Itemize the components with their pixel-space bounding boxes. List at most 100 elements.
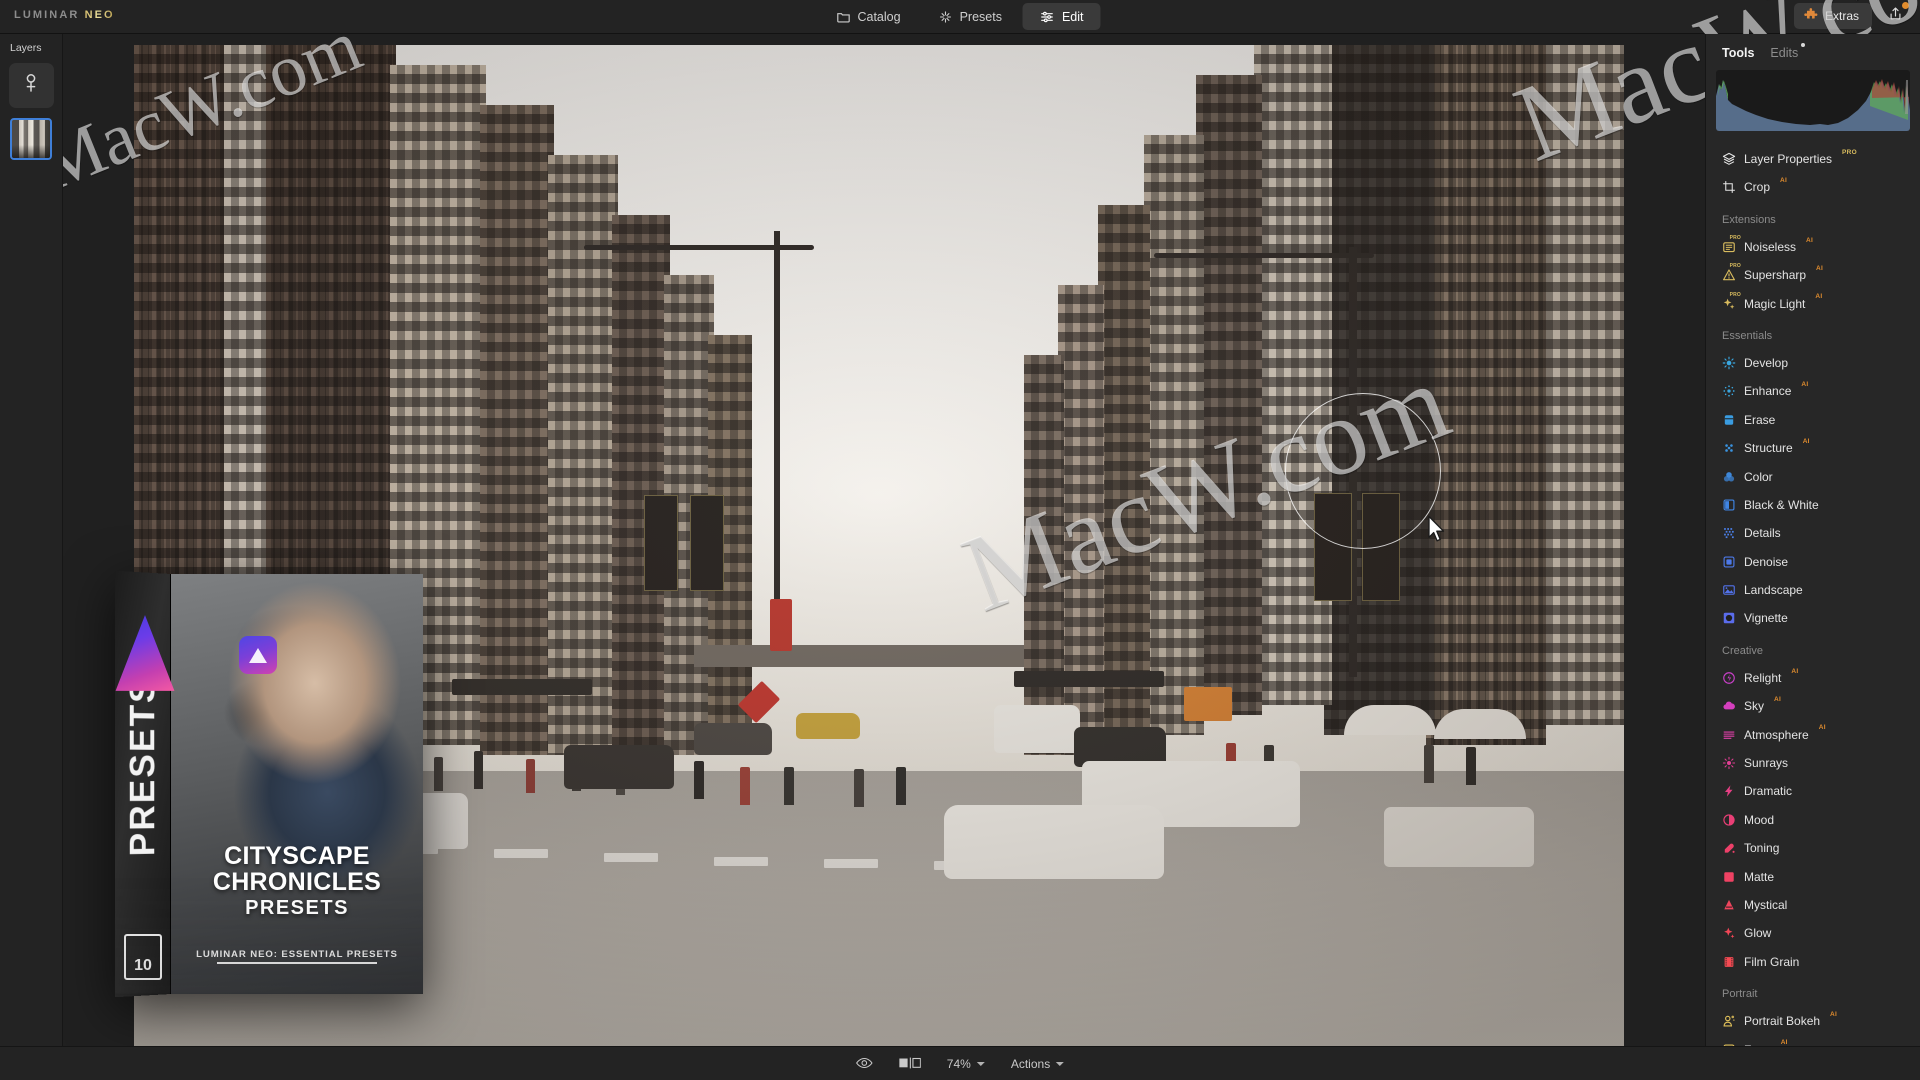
portrait-bokeh-icon [1722,1014,1736,1028]
tool-item-supersharp[interactable]: PRO Supersharp AI [1706,261,1920,289]
tab-edits[interactable]: Edits [1770,43,1806,60]
tool-item-label: Crop [1744,180,1771,195]
pro-badge: PRO [1842,148,1858,156]
neon-sign [770,599,792,651]
tool-item-glow[interactable]: Glow [1706,919,1920,947]
vignette-icon [1722,611,1736,625]
tool-item-label: Film Grain [1744,954,1800,969]
tool-item-label: Portrait Bokeh [1744,1014,1821,1029]
sunrays-icon [1722,756,1736,770]
tool-item-label: Details [1744,526,1781,541]
building [612,215,670,755]
tool-item-develop[interactable]: Develop [1706,349,1920,377]
before-after-compare-icon [899,1057,921,1072]
tool-item-magic-light[interactable]: PRO Magic Light AI [1706,289,1920,317]
tool-item-label: Sky [1744,699,1765,714]
tool-item-crop[interactable]: Crop AI [1706,173,1920,201]
puzzle-piece-icon [1804,7,1818,25]
tab-edit[interactable]: Edit [1022,3,1101,30]
tool-item-matte[interactable]: Matte [1706,862,1920,890]
mood-icon [1722,813,1736,827]
light-pole [1349,247,1357,677]
crosswalk-stripe [824,859,878,868]
tool-item-vignette[interactable]: Vignette [1706,604,1920,632]
tab-tools[interactable]: Tools [1722,46,1754,60]
actions-dropdown[interactable]: Actions [1011,1057,1065,1071]
pro-corner-tag: PRO [1729,263,1741,270]
layer-thumbnail-shade [12,145,50,158]
tool-item-color[interactable]: Color [1706,462,1920,490]
tool-item-atmosphere[interactable]: Atmosphere AI [1706,720,1920,748]
tool-item-mystical[interactable]: Mystical [1706,891,1920,919]
extras-button-label: Extras [1824,9,1859,23]
tool-item-label: Enhance [1744,384,1792,399]
zoom-level-dropdown[interactable]: 74% [947,1057,985,1071]
folder-icon [836,10,850,24]
preset-spine-label: PRESETS [122,677,162,857]
tool-item-label: Black & White [1744,497,1819,512]
taxi [796,713,860,739]
construction-sign [1184,687,1232,721]
tab-edit-label: Edit [1061,9,1084,24]
building [1254,45,1332,705]
tab-edits-label: Edits [1770,46,1799,60]
tool-item-structure[interactable]: Structure AI [1706,434,1920,462]
preview-toggle-button[interactable] [856,1057,873,1072]
tool-item-label: Relight [1744,670,1782,685]
tool-item-sunrays[interactable]: Sunrays [1706,749,1920,777]
filmgrain-icon [1722,955,1736,969]
tool-item-enhance[interactable]: Enhance AI [1706,377,1920,405]
tool-item-details[interactable]: Details [1706,519,1920,547]
tab-catalog[interactable]: Catalog [819,3,917,30]
app-logo: LUMINAR NEO [14,9,115,21]
tools-list[interactable]: Layer Properties PRO Crop AI Extensions PRO No… [1706,139,1920,1046]
tool-item-noiseless[interactable]: PRO Noiseless AI [1706,233,1920,261]
tool-item-relight[interactable]: Relight AI [1706,664,1920,692]
tool-item-black-white[interactable]: Black & White [1706,491,1920,519]
tool-item-label: Face [1744,1043,1771,1046]
tool-item-label: Toning [1744,841,1780,856]
blackwhite-icon [1722,498,1736,512]
tool-item-label: Mystical [1744,897,1788,912]
tool-item-dramatic[interactable]: Dramatic [1706,777,1920,805]
face-icon [1722,1043,1736,1046]
tool-item-portrait-bokeh[interactable]: Portrait Bokeh AI [1706,1007,1920,1035]
tool-item-face[interactable]: Face AI [1706,1035,1920,1046]
canvas-area[interactable]: MacW.com MacW.com CITYSCAPE CHRONICLES P… [63,34,1705,1046]
tool-item-label: Erase [1744,412,1776,427]
sky-icon [1722,699,1736,713]
preset-box-reflection [115,874,423,994]
ai-badge: AI [1830,1010,1838,1018]
edits-unread-dot [1801,43,1806,47]
structure-icon [1722,441,1736,455]
tool-item-film-grain[interactable]: Film Grain [1706,948,1920,976]
tool-item-layer-properties[interactable]: Layer Properties PRO [1706,145,1920,173]
compare-toggle-button[interactable] [899,1057,921,1072]
bottom-toolbar: 74% Actions [0,1046,1920,1080]
tool-item-denoise[interactable]: Denoise [1706,547,1920,575]
tools-section-heading: Extensions [1722,213,1776,226]
extras-button[interactable]: Extras [1793,3,1872,29]
car-foreground [944,805,1164,879]
tab-presets[interactable]: Presets [922,3,1019,30]
awning [1014,671,1164,687]
layer-thumbnail[interactable] [10,118,52,160]
tool-item-mood[interactable]: Mood [1706,806,1920,834]
denoise-icon [1722,555,1736,569]
tool-item-toning[interactable]: Toning [1706,834,1920,862]
share-export-button[interactable] [1882,2,1909,29]
tool-item-sky[interactable]: Sky AI [1706,692,1920,720]
add-layer-button[interactable] [8,63,54,108]
zoom-level-value: 74% [946,1057,971,1071]
sliders-icon [1040,10,1055,24]
tool-item-erase[interactable]: Erase [1706,406,1920,434]
light-pole-arm [584,245,814,250]
street-banner [1314,493,1352,601]
luminar-neo-window: LUMINAR NEO Catalog Presets Edit Extras … [0,0,1920,1080]
tools-section-heading: Portrait [1722,987,1758,1000]
tool-item-label: Mood [1744,812,1775,827]
tool-item-landscape[interactable]: Landscape [1706,576,1920,604]
building [1324,45,1434,735]
develop-icon [1722,356,1736,370]
crosswalk-stripe [714,857,768,866]
